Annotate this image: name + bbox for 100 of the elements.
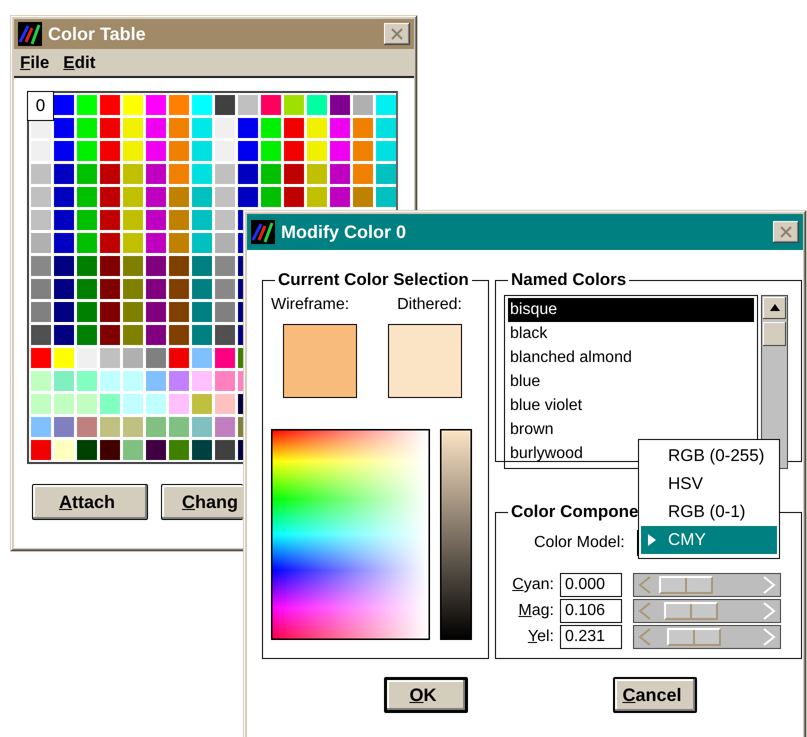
- color-cell[interactable]: [215, 210, 235, 230]
- color-cell[interactable]: [31, 233, 51, 253]
- color-cell[interactable]: [31, 348, 51, 368]
- menu-item[interactable]: Edit: [63, 53, 96, 73]
- color-cell[interactable]: [238, 95, 258, 115]
- color-cell[interactable]: [100, 371, 120, 391]
- color-cell[interactable]: [192, 417, 212, 437]
- color-cell[interactable]: [215, 256, 235, 276]
- color-cell[interactable]: [54, 325, 74, 345]
- color-cell[interactable]: [100, 118, 120, 138]
- scroll-thumb[interactable]: [763, 322, 786, 346]
- color-cell[interactable]: [238, 118, 258, 138]
- color-cell[interactable]: [123, 279, 143, 299]
- brightness-bar-drawing[interactable]: [440, 429, 472, 640]
- color-cell[interactable]: [376, 95, 396, 115]
- color-cell[interactable]: [146, 233, 166, 253]
- color-cell[interactable]: [77, 95, 97, 115]
- color-cell[interactable]: [77, 440, 97, 460]
- color-cell[interactable]: [77, 371, 97, 391]
- component-value-field[interactable]: 0.231: [560, 624, 622, 648]
- close-button[interactable]: [773, 221, 799, 243]
- color-cell[interactable]: [169, 141, 189, 161]
- list-item[interactable]: blue violet: [508, 394, 754, 418]
- color-cell[interactable]: [215, 417, 235, 437]
- color-cell[interactable]: [169, 95, 189, 115]
- color-cell[interactable]: [77, 164, 97, 184]
- color-cell[interactable]: [31, 256, 51, 276]
- color-cell[interactable]: [100, 325, 120, 345]
- color-cell[interactable]: [31, 279, 51, 299]
- color-cell[interactable]: [123, 187, 143, 207]
- color-cell[interactable]: [54, 164, 74, 184]
- color-cell[interactable]: [77, 118, 97, 138]
- color-cell[interactable]: [215, 187, 235, 207]
- color-cell[interactable]: [169, 164, 189, 184]
- component-value-field[interactable]: 0.106: [560, 598, 622, 622]
- color-cell[interactable]: [146, 95, 166, 115]
- color-cell[interactable]: [238, 141, 258, 161]
- color-cell[interactable]: [123, 95, 143, 115]
- color-cell[interactable]: [146, 440, 166, 460]
- color-cell[interactable]: [261, 187, 281, 207]
- color-cell[interactable]: [123, 233, 143, 253]
- color-cell[interactable]: [31, 164, 51, 184]
- color-cell[interactable]: [192, 187, 212, 207]
- color-cell[interactable]: [169, 302, 189, 322]
- color-cell[interactable]: [169, 394, 189, 414]
- color-cell[interactable]: [238, 164, 258, 184]
- color-cell[interactable]: [284, 164, 304, 184]
- color-cell[interactable]: [31, 417, 51, 437]
- color-cell[interactable]: [54, 95, 74, 115]
- color-cell[interactable]: [215, 302, 235, 322]
- color-cell[interactable]: [169, 325, 189, 345]
- color-cell[interactable]: [77, 187, 97, 207]
- color-cell[interactable]: [31, 187, 51, 207]
- color-cell[interactable]: [353, 95, 373, 115]
- color-cell[interactable]: [330, 187, 350, 207]
- dialog-button[interactable]: Cancel: [613, 677, 697, 713]
- color-cell[interactable]: [215, 95, 235, 115]
- color-cell[interactable]: [54, 394, 74, 414]
- color-cell[interactable]: [238, 187, 258, 207]
- color-cell[interactable]: [215, 325, 235, 345]
- color-cell[interactable]: [169, 348, 189, 368]
- color-cell[interactable]: [146, 394, 166, 414]
- color-cell[interactable]: [123, 256, 143, 276]
- color-cell[interactable]: [77, 279, 97, 299]
- color-cell[interactable]: [192, 164, 212, 184]
- color-cell[interactable]: [192, 371, 212, 391]
- color-cell[interactable]: [169, 187, 189, 207]
- color-cell[interactable]: [54, 233, 74, 253]
- color-cell[interactable]: [77, 417, 97, 437]
- color-cell[interactable]: [54, 141, 74, 161]
- close-button[interactable]: [384, 23, 410, 45]
- list-item[interactable]: blanched almond: [508, 346, 754, 370]
- color-cell[interactable]: [192, 348, 212, 368]
- color-cell[interactable]: [100, 302, 120, 322]
- color-cell[interactable]: [54, 210, 74, 230]
- color-cell[interactable]: [123, 440, 143, 460]
- color-cell[interactable]: [376, 118, 396, 138]
- color-cell[interactable]: [77, 233, 97, 253]
- color-cell[interactable]: [284, 187, 304, 207]
- color-cell[interactable]: [100, 210, 120, 230]
- color-cell[interactable]: [54, 417, 74, 437]
- color-cell[interactable]: [261, 164, 281, 184]
- color-cell[interactable]: [31, 371, 51, 391]
- color-cell[interactable]: [123, 417, 143, 437]
- color-cell[interactable]: [330, 141, 350, 161]
- color-cell[interactable]: [261, 118, 281, 138]
- list-item[interactable]: black: [508, 322, 754, 346]
- color-cell[interactable]: [100, 279, 120, 299]
- color-cell[interactable]: [284, 118, 304, 138]
- color-cell[interactable]: [123, 164, 143, 184]
- color-cell[interactable]: [261, 95, 281, 115]
- color-cell[interactable]: [192, 95, 212, 115]
- color-cell[interactable]: [100, 95, 120, 115]
- color-cell[interactable]: [123, 371, 143, 391]
- list-item[interactable]: bisque: [508, 298, 754, 322]
- color-cell[interactable]: [146, 164, 166, 184]
- color-cell[interactable]: [146, 279, 166, 299]
- color-cell[interactable]: [31, 394, 51, 414]
- color-cell[interactable]: [123, 141, 143, 161]
- color-cell[interactable]: [353, 164, 373, 184]
